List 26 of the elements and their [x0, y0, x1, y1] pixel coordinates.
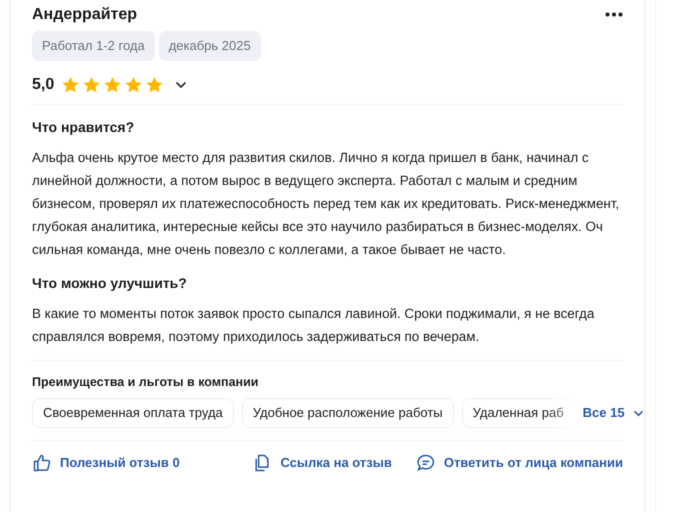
section-heading: Что можно улучшить? — [32, 274, 188, 293]
star-icon — [146, 76, 164, 93]
thumbs-up-icon — [32, 452, 52, 473]
reply-button[interactable]: Ответить от лица компании — [416, 452, 623, 473]
more-options-icon[interactable] — [605, 12, 623, 18]
section-heading: Что нравится? — [32, 118, 136, 137]
show-all-button[interactable]: Все 15 — [582, 403, 644, 423]
star-icon — [104, 76, 122, 93]
benefits-heading: Преимущества и льготы в компании — [32, 374, 260, 391]
benefit-chip: Удобное расположение работы — [242, 398, 454, 428]
chevron-down-icon — [632, 410, 644, 417]
tag: декабрь 2025 — [158, 31, 261, 61]
tag: Работал 1-2 года — [32, 31, 155, 61]
link-button[interactable]: Ссылка на отзыв — [252, 452, 392, 473]
chat-bubble-icon — [416, 452, 436, 473]
rating-value: 5,0 — [32, 74, 54, 95]
benefit-chip: Удаленная раб — [462, 398, 575, 428]
review-text: В какие то моменты поток заявок просто сыпался лавиной. Сроки поджимали, я не всегда справлялся вовремя, поэтому приходилось задерживаться по вечерам. — [32, 304, 596, 346]
star-icon — [125, 76, 142, 93]
review-text: Альфа очень крутое место для развития скилов. Лично я когда пришел в банк, начинал с линейной должности, а потом вырос в ведущего эксперта. Работал с малым и средним бизнесом, проверял их платежеспособность перед тем как их кредитовать. Риск-менеджмент, глубокая аналитика, интересные кейсы все это научило разбираться в бизнес-моделях. Оч сильная команда, мне очень повезло с коллегами, а такое бывает не часто. — [32, 148, 620, 259]
like-button[interactable]: Полезный отзыв 0 — [32, 452, 180, 473]
benefit-chip: Своевременная оплата труда — [32, 398, 234, 428]
review-title: Андеррайтер — [32, 5, 138, 24]
chevron-down-icon[interactable] — [175, 80, 188, 89]
star-icon — [83, 76, 100, 93]
star-icon — [62, 76, 80, 93]
